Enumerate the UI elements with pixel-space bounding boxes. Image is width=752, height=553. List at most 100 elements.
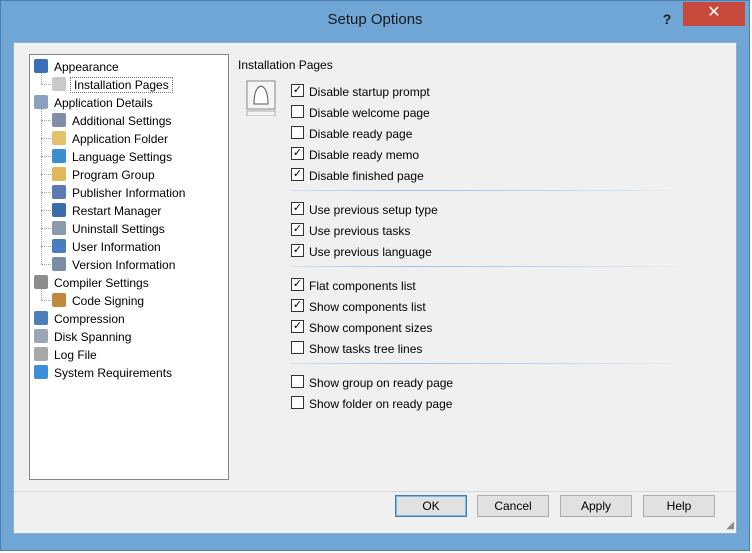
- tree-branch-line: [41, 84, 51, 85]
- user-icon: [52, 238, 66, 253]
- panel-title: Installation Pages: [238, 58, 333, 72]
- tree-item-label: Appearance: [54, 59, 119, 74]
- ok-button[interactable]: OK: [395, 495, 467, 517]
- log-icon: [34, 346, 48, 361]
- tree-branch-line: [41, 120, 51, 121]
- title-bar[interactable]: Setup Options ? ✕: [1, 1, 749, 37]
- option-show-components-list[interactable]: ✓ Show components list: [291, 297, 426, 315]
- option-disable-finished-page[interactable]: ✓ Disable finished page: [291, 166, 424, 184]
- tree-item-label: Version Information: [72, 257, 176, 272]
- apply-button[interactable]: Apply: [560, 495, 632, 517]
- checkbox-label: Show group on ready page: [309, 375, 454, 390]
- help-title-button[interactable]: ?: [655, 9, 679, 29]
- tree-item-label: Installation Pages: [70, 76, 173, 93]
- cancel-button[interactable]: Cancel: [477, 495, 549, 517]
- option-show-group-on-ready-page[interactable]: Show group on ready page: [291, 373, 453, 391]
- tree-item-compiler-settings[interactable]: Compiler Settings: [34, 273, 151, 291]
- tree-item-appearance[interactable]: Appearance: [34, 57, 121, 75]
- tree-item-publisher-information[interactable]: Publisher Information: [52, 183, 187, 201]
- code-signing-icon: [52, 292, 66, 307]
- tree-branch-line: [41, 156, 51, 157]
- group-separator: [291, 190, 691, 191]
- checkbox[interactable]: ✓: [291, 168, 304, 182]
- tree-item-label: Compiler Settings: [54, 275, 149, 290]
- uninstall-icon: [52, 220, 66, 235]
- checkbox[interactable]: ✓: [291, 299, 304, 313]
- tree-guide-line: [41, 109, 42, 264]
- tree-item-version-information[interactable]: Version Information: [52, 255, 177, 273]
- resize-grip-icon[interactable]: ◢: [726, 520, 734, 531]
- tree-item-user-information[interactable]: User Information: [52, 237, 163, 255]
- tree-item-label: Application Details: [54, 95, 153, 110]
- options-panel: Installation Pages ✓ Disable startup prom…: [236, 54, 726, 478]
- tree-item-label: System Requirements: [54, 365, 173, 380]
- window-title: Setup Options: [327, 11, 423, 28]
- checkbox[interactable]: ✓: [291, 278, 304, 292]
- compression-icon: [34, 310, 48, 325]
- tree-item-label: Additional Settings: [72, 113, 172, 128]
- tree-item-label: Publisher Information: [72, 185, 186, 200]
- help-button[interactable]: Help: [643, 495, 715, 517]
- option-use-previous-language[interactable]: ✓ Use previous language: [291, 242, 432, 260]
- checkbox[interactable]: ✓: [291, 244, 304, 258]
- tree-item-application-folder[interactable]: Application Folder: [52, 129, 170, 147]
- checkbox-label: Use previous tasks: [309, 223, 411, 238]
- tree-item-label: Program Group: [72, 167, 155, 182]
- tree-item-language-settings[interactable]: Language Settings: [52, 147, 174, 165]
- option-use-previous-setup-type[interactable]: ✓ Use previous setup type: [291, 200, 438, 218]
- group-separator: [291, 363, 691, 364]
- windows-icon: [34, 364, 48, 379]
- group-separator: [291, 266, 691, 267]
- option-show-tasks-tree-lines[interactable]: Show tasks tree lines: [291, 339, 422, 357]
- tree-item-uninstall-settings[interactable]: Uninstall Settings: [52, 219, 167, 237]
- tree-item-installation-pages[interactable]: Installation Pages: [52, 75, 173, 93]
- tree-item-system-requirements[interactable]: System Requirements: [34, 363, 174, 381]
- checkbox[interactable]: ✓: [291, 147, 304, 161]
- group-icon: [52, 166, 66, 181]
- option-use-previous-tasks[interactable]: ✓ Use previous tasks: [291, 221, 410, 239]
- checkbox[interactable]: ✓: [291, 84, 304, 98]
- checkbox[interactable]: [291, 375, 304, 389]
- checkbox[interactable]: ✓: [291, 202, 304, 216]
- tree-item-code-signing[interactable]: Code Signing: [52, 291, 146, 309]
- option-show-component-sizes[interactable]: ✓ Show component sizes: [291, 318, 432, 336]
- checkbox-label: Use previous language: [309, 244, 432, 259]
- tree-branch-line: [41, 138, 51, 139]
- tree-item-compression[interactable]: Compression: [34, 309, 127, 327]
- globe-icon: [52, 148, 66, 163]
- tree-item-log-file[interactable]: Log File: [34, 345, 99, 363]
- checkbox-label: Show tasks tree lines: [309, 341, 423, 356]
- tree-item-label: Restart Manager: [72, 203, 162, 218]
- tree-branch-line: [41, 246, 51, 247]
- checkbox[interactable]: [291, 396, 304, 410]
- gear-icon: [34, 274, 48, 289]
- installation-page-preview-icon: [246, 80, 276, 116]
- tree-item-restart-manager[interactable]: Restart Manager: [52, 201, 163, 219]
- tree-item-label: User Information: [72, 239, 161, 254]
- tree-item-additional-settings[interactable]: Additional Settings: [52, 111, 173, 129]
- checkbox[interactable]: ✓: [291, 223, 304, 237]
- checkbox[interactable]: [291, 105, 304, 119]
- tree-item-label: Language Settings: [72, 149, 173, 164]
- checkbox-label: Disable finished page: [309, 168, 424, 183]
- option-show-folder-on-ready-page[interactable]: Show folder on ready page: [291, 394, 452, 412]
- restart-icon: [52, 202, 66, 217]
- options-tree[interactable]: Appearance Installation Pages Application …: [29, 54, 229, 480]
- option-disable-startup-prompt[interactable]: ✓ Disable startup prompt: [291, 82, 430, 100]
- close-button[interactable]: ✕: [683, 2, 745, 26]
- checkbox[interactable]: ✓: [291, 320, 304, 334]
- option-flat-components-list[interactable]: ✓ Flat components list: [291, 276, 416, 294]
- checkbox[interactable]: [291, 341, 304, 355]
- checkbox[interactable]: [291, 126, 304, 140]
- tree-branch-line: [41, 228, 51, 229]
- tree-item-program-group[interactable]: Program Group: [52, 165, 157, 183]
- tree-item-disk-spanning[interactable]: Disk Spanning: [34, 327, 133, 345]
- checkbox-label: Disable ready page: [309, 126, 413, 141]
- checkbox-label: Flat components list: [309, 278, 416, 293]
- tree-item-application-details[interactable]: Application Details: [34, 93, 155, 111]
- option-disable-ready-page[interactable]: Disable ready page: [291, 124, 412, 142]
- tree-branch-line: [41, 300, 51, 301]
- option-disable-ready-memo[interactable]: ✓ Disable ready memo: [291, 145, 419, 163]
- option-disable-welcome-page[interactable]: Disable welcome page: [291, 103, 430, 121]
- tree-item-label: Application Folder: [72, 131, 169, 146]
